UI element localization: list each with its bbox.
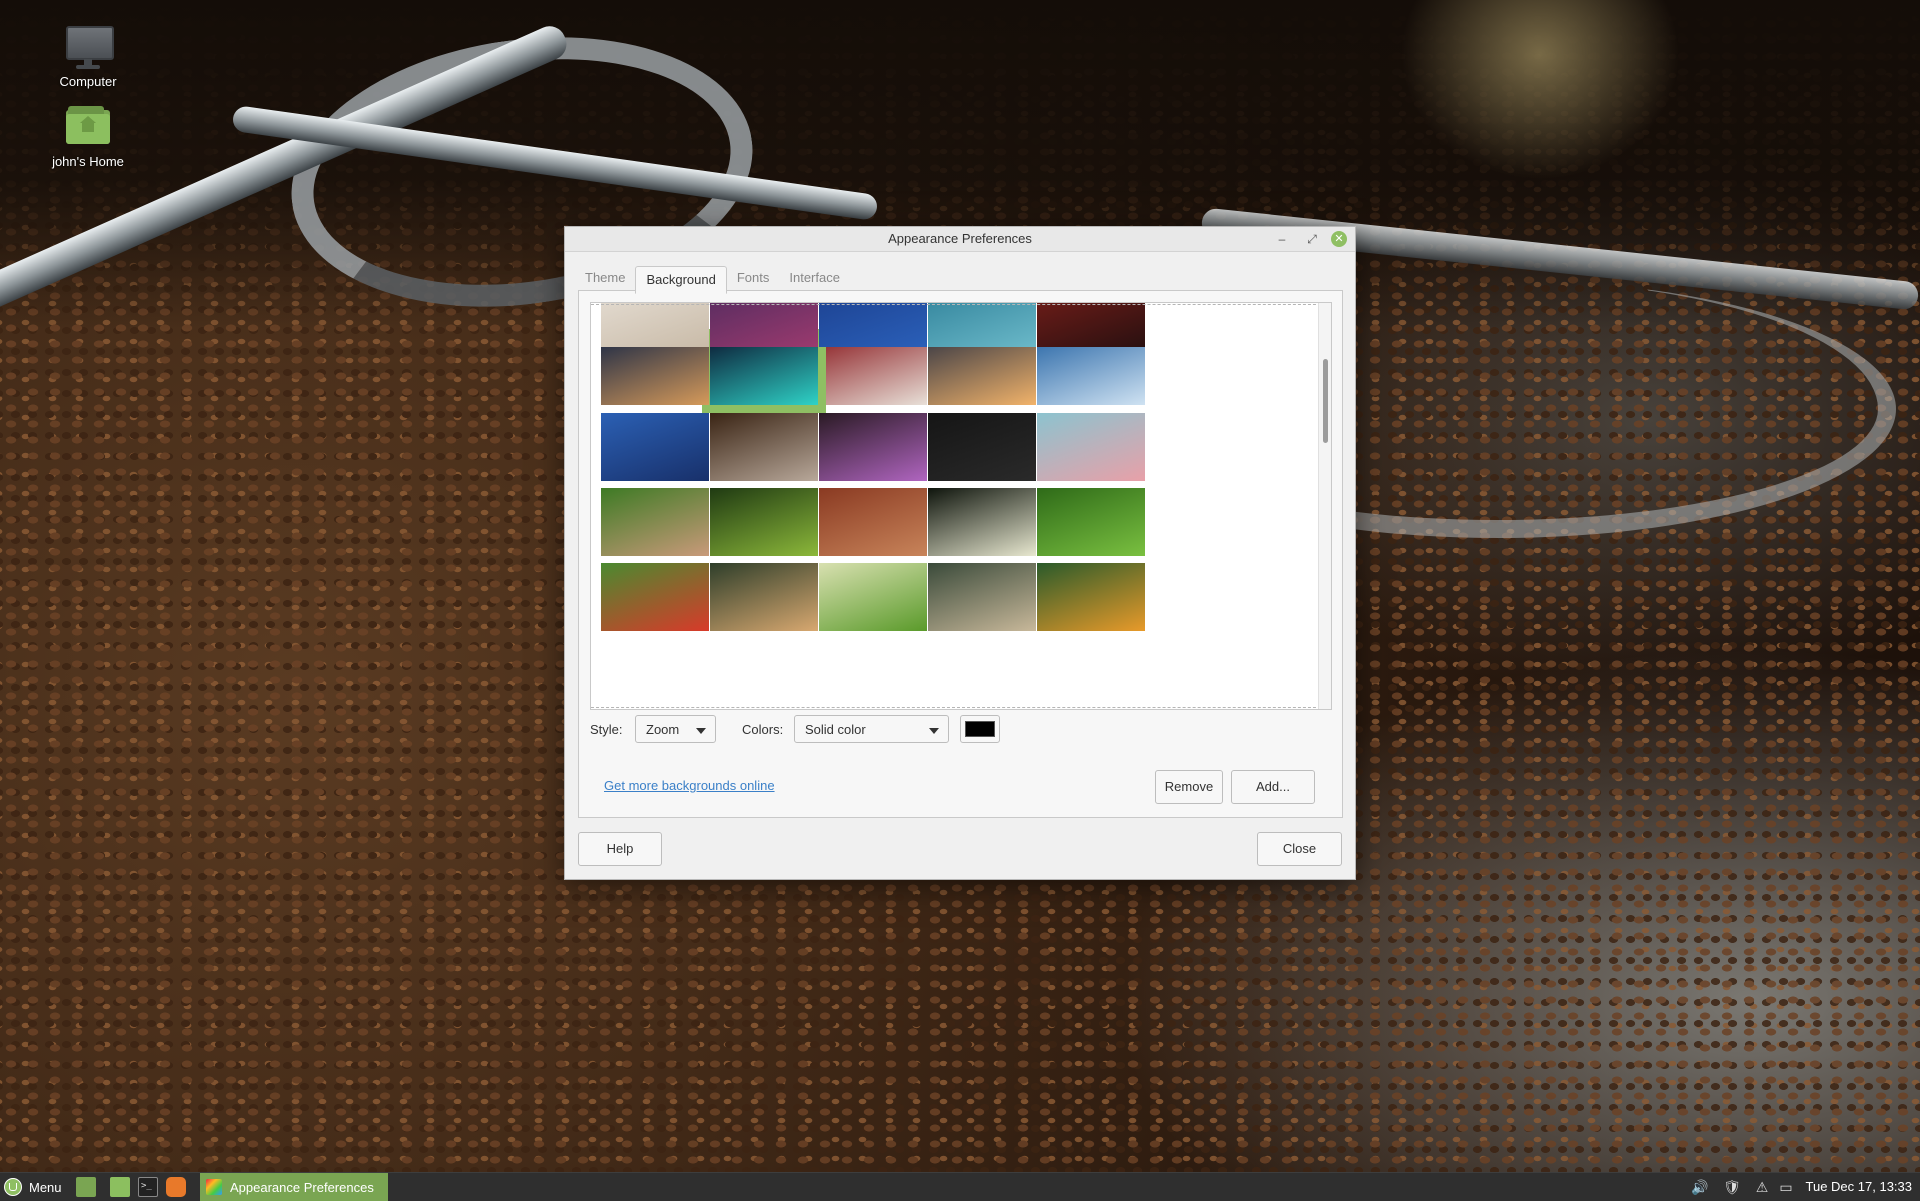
chevron-down-icon [696,728,706,734]
wallpaper-thumbnail-coffee-roaster[interactable] [710,413,818,481]
wallpaper-thumbnail-dusk-city[interactable] [601,337,709,405]
appearance-preferences-window: Appearance Preferences – ⤢ ✕ Theme Backg… [564,226,1356,880]
menu-label: Menu [29,1179,62,1195]
add-button[interactable]: Add... [1231,770,1315,804]
tab-fonts[interactable]: Fonts [727,265,780,291]
wallpaper-thumbnail-partial-teal[interactable] [928,303,1036,347]
chevron-down-icon [929,728,939,734]
close-window-icon[interactable]: ✕ [1331,231,1347,247]
gallery-scroll-thumb[interactable] [1323,359,1328,443]
wallpaper-thumbnail-teal-bridge[interactable] [702,329,826,413]
tab-bar: Theme Background Fonts Interface [575,265,850,294]
window-titlebar[interactable]: Appearance Preferences – ⤢ ✕ [565,227,1355,252]
taskbar: Menu >_ Appearance Preferences 🔊 🛡 ⚠ ▭ T… [0,1172,1920,1201]
gallery-dash-bottom [591,707,1331,708]
window-list-icon[interactable]: ▭ [1776,1177,1796,1197]
maximize-icon[interactable]: ⤢ [1303,230,1321,248]
wallpaper-thumbnail-partial-red[interactable] [1037,303,1145,347]
wallpaper-thumbnail-yellow-flower-grass[interactable] [1037,488,1145,556]
warning-icon[interactable]: ⚠ [1752,1177,1772,1197]
wallpaper-thumbnail-blue-mountains[interactable] [1037,337,1145,405]
wallpaper-thumbnail-pink-blossoms[interactable] [1037,413,1145,481]
colors-dropdown[interactable]: Solid color [794,715,949,743]
wallpaper-thumbnail-green-hills[interactable] [710,488,818,556]
remove-button[interactable]: Remove [1155,770,1223,804]
wallpaper-thumbnail-white-flowers-dark[interactable] [928,488,1036,556]
wallpaper-thumbnail-oranges-villa[interactable] [1037,563,1145,631]
firefox-icon[interactable] [166,1177,186,1197]
minimize-icon[interactable]: – [1273,230,1291,248]
wallpaper-thumbnail-white-blossoms-red[interactable] [819,337,927,405]
desktop-icon-home[interactable]: john's Home [33,104,143,169]
help-button[interactable]: Help [578,832,662,866]
wallpaper-glare [1400,0,1680,180]
background-panel: Style: Zoom Colors: Solid color Get more… [578,290,1343,818]
appearance-app-icon [206,1179,222,1195]
volume-icon[interactable]: 🔊 [1690,1177,1710,1197]
tab-interface[interactable]: Interface [779,265,850,291]
wallpaper-thumbnail-fountain[interactable] [928,563,1036,631]
monitor-icon [64,24,114,70]
taskbar-item-appearance-preferences[interactable]: Appearance Preferences [200,1173,388,1201]
gallery-scrollbar[interactable] [1318,303,1331,709]
wallpaper-thumbnail-city-sunset[interactable] [928,337,1036,405]
gallery-dash-top [591,304,1331,305]
shield-icon[interactable]: 🛡 [1722,1177,1742,1197]
get-more-backgrounds-link[interactable]: Get more backgrounds online [604,778,775,793]
wallpaper-thumbnail-green-bud[interactable] [601,563,709,631]
colors-label: Colors: [742,722,784,737]
show-desktop-icon[interactable] [76,1177,96,1197]
style-dropdown[interactable]: Zoom [635,715,716,743]
wallpaper-thumbnail-partial-purple[interactable] [710,303,818,347]
wallpaper-thumbnail-partial-blue[interactable] [819,303,927,347]
wallpaper-thumbnail-rooftops[interactable] [819,488,927,556]
wallpaper-thumbnail-valley-sunset[interactable] [710,563,818,631]
wallpaper-thumbnail-grass-light[interactable] [819,563,927,631]
desktop-icon-computer[interactable]: Computer [33,24,143,89]
menu-button[interactable]: Menu [4,1177,62,1197]
wallpaper-gallery[interactable] [590,302,1332,710]
color-picker-button[interactable] [960,715,1000,743]
wallpaper-thumbnail-field-road[interactable] [601,488,709,556]
style-dropdown-value: Zoom [646,722,680,737]
files-icon[interactable] [110,1177,130,1197]
desktop-icon-label: Computer [59,74,117,89]
desktop-icon-label: john's Home [52,154,124,169]
tab-background[interactable]: Background [635,266,727,294]
home-folder-icon [64,104,112,150]
task-label: Appearance Preferences [230,1179,374,1195]
colors-dropdown-value: Solid color [805,722,866,737]
style-label: Style: [590,722,623,737]
wallpaper-thumbnail-dark-logo[interactable] [928,413,1036,481]
terminal-icon[interactable]: >_ [138,1177,158,1197]
close-button[interactable]: Close [1257,832,1342,866]
window-title: Appearance Preferences [888,231,1032,246]
clock[interactable]: Tue Dec 17, 13:33 [1806,1179,1912,1194]
tab-theme[interactable]: Theme [575,265,635,291]
wallpaper-thumbnail-partial-sand[interactable] [601,303,709,347]
wallpaper-thumbnail-purple-flower[interactable] [819,413,927,481]
mint-logo-icon [4,1178,22,1196]
wallpaper-thumbnail-coast-blue[interactable] [601,413,709,481]
color-swatch [965,721,995,737]
